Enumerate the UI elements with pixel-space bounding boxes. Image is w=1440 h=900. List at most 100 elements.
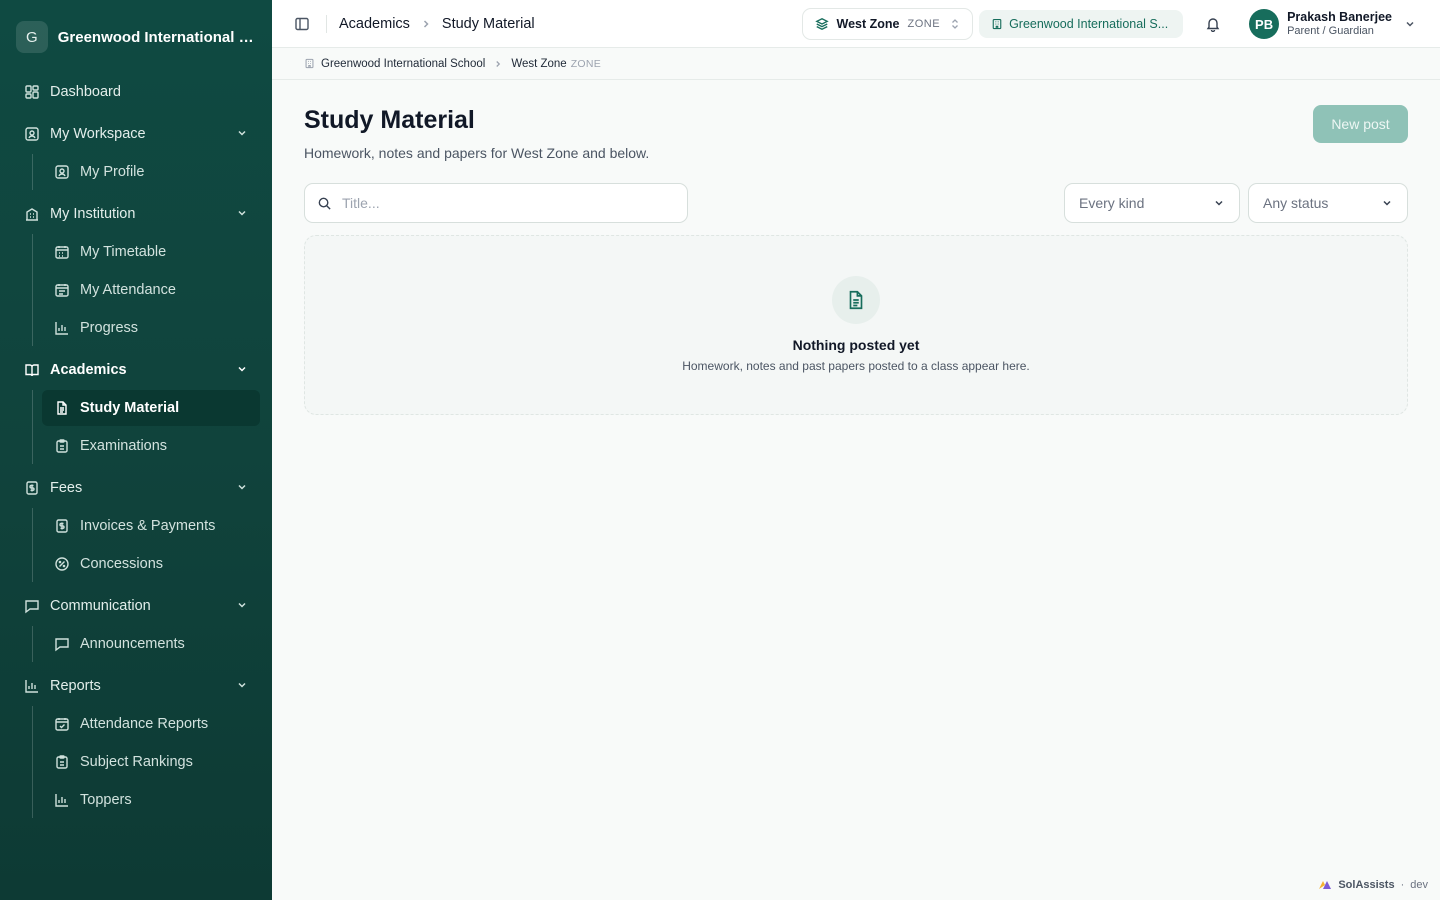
zone-tag: ZONE — [907, 18, 941, 30]
page-subtitle: Homework, notes and papers for West Zone… — [304, 145, 650, 161]
search-input[interactable] — [342, 195, 662, 211]
sidebar-subnav: My Profile — [32, 154, 260, 190]
kind-filter-select[interactable]: Every kind — [1064, 183, 1240, 223]
building-icon — [991, 18, 1003, 30]
sidebar-item-label: Invoices & Payments — [80, 518, 216, 534]
sidebar-item-label: Announcements — [80, 636, 185, 652]
chevron-down-icon — [236, 679, 248, 695]
search-icon — [317, 196, 332, 211]
panel-left-icon — [295, 17, 309, 30]
sidebar-group-my-workspace[interactable]: My Workspace — [12, 116, 260, 152]
notifications-button[interactable] — [1201, 12, 1225, 36]
filters-bar: Every kind Any status — [304, 183, 1408, 223]
chevron-down-icon — [236, 363, 248, 379]
layers-icon — [814, 17, 829, 31]
chevron-down-icon — [236, 207, 248, 223]
user-menu[interactable]: PB Prakash Banerjee Parent / Guardian — [1249, 9, 1416, 39]
scope-breadcrumb: Greenwood International School West Zone… — [272, 48, 1440, 80]
sidebar-item-subject-rankings[interactable]: Subject Rankings — [42, 744, 260, 780]
chevrons-up-down-icon — [950, 18, 960, 30]
new-post-button[interactable]: New post — [1313, 105, 1408, 143]
scope-zone: West Zone — [511, 57, 567, 70]
sidebar-group-academics[interactable]: Academics — [12, 352, 260, 388]
chevron-down-icon — [236, 599, 248, 615]
bell-icon — [1206, 18, 1220, 32]
clipboard-icon — [54, 754, 70, 770]
book-open-icon — [24, 362, 40, 378]
user-name: Prakash Banerjee — [1287, 9, 1392, 24]
sidebar-item-toppers[interactable]: Toppers — [42, 782, 260, 818]
chevron-down-icon — [236, 481, 248, 497]
bar-chart-icon — [54, 320, 70, 336]
footer-app-name: SolAssists — [1338, 879, 1395, 891]
sidebar-item-my-profile[interactable]: My Profile — [42, 154, 260, 190]
scope-school[interactable]: Greenwood International School — [321, 58, 485, 70]
school-chip[interactable]: Greenwood International S... — [979, 10, 1184, 38]
kind-filter-value: Every kind — [1079, 195, 1145, 211]
footer-env: dev — [1410, 879, 1428, 891]
topbar-actions: West Zone ZONE Greenwood International S… — [801, 8, 1416, 40]
sidebar-item-label: Concessions — [80, 556, 164, 572]
breadcrumb-item-academics[interactable]: Academics — [339, 16, 410, 32]
sidebar-group-fees[interactable]: Fees — [12, 470, 260, 506]
chevron-down-icon — [1404, 18, 1416, 30]
sidebar-item-announcements[interactable]: Announcements — [42, 626, 260, 662]
sidebar-group-label: My Institution — [50, 206, 136, 222]
brand-logo: G — [16, 21, 48, 53]
empty-state-description: Homework, notes and past papers posted t… — [682, 359, 1030, 373]
sidebar-item-examinations[interactable]: Examinations — [42, 428, 260, 464]
calendar-icon — [54, 282, 70, 298]
sidebar-item-label: Progress — [80, 320, 139, 336]
id-badge-icon — [24, 126, 40, 142]
calendar-check-icon — [54, 716, 70, 732]
sidebar-item-label: Attendance Reports — [80, 716, 209, 732]
sidebar-item-label: Toppers — [80, 792, 132, 808]
sidebar-group-label: Communication — [50, 598, 151, 614]
sidebar-item-my-attendance[interactable]: My Attendance — [42, 272, 260, 308]
solassists-logo-icon — [1318, 879, 1332, 891]
user-role: Parent / Guardian — [1287, 24, 1374, 37]
sidebar-group-communication[interactable]: Communication — [12, 588, 260, 624]
status-filter-select[interactable]: Any status — [1248, 183, 1408, 223]
sidebar-nav: Dashboard My Workspace My Profile My Ins… — [0, 74, 272, 818]
building-icon — [304, 58, 315, 69]
brand[interactable]: G Greenwood International Sc... — [0, 0, 272, 74]
sidebar-group-label: Fees — [50, 480, 83, 496]
status-filter-value: Any status — [1263, 195, 1329, 211]
sidebar-item-study-material[interactable]: Study Material — [42, 390, 260, 426]
sidebar-item-label: Dashboard — [50, 84, 121, 100]
message-icon — [24, 598, 40, 614]
file-text-icon — [54, 400, 70, 416]
clipboard-icon — [54, 438, 70, 454]
avatar: PB — [1249, 9, 1280, 39]
school-name: Greenwood International S... — [1009, 17, 1169, 31]
sidebar-item-my-timetable[interactable]: My Timetable — [42, 234, 260, 270]
search-box — [304, 183, 688, 223]
sidebar-item-label: Study Material — [80, 400, 180, 416]
scope-zone-tag: ZONE — [570, 57, 602, 70]
sidebar-subnav: Attendance Reports Subject Rankings Topp… — [32, 706, 260, 818]
chevron-down-icon — [1213, 197, 1225, 209]
divider — [326, 14, 327, 33]
empty-state-title: Nothing posted yet — [792, 337, 920, 353]
sidebar-subnav: Study Material Examinations — [32, 390, 260, 464]
zone-switcher[interactable]: West Zone ZONE — [801, 8, 974, 40]
sidebar-item-dashboard[interactable]: Dashboard — [12, 74, 260, 110]
empty-state: Nothing posted yet Homework, notes and p… — [304, 235, 1408, 415]
sidebar-item-concessions[interactable]: Concessions — [42, 546, 260, 582]
id-badge-icon — [54, 164, 70, 180]
sidebar-item-progress[interactable]: Progress — [42, 310, 260, 346]
sidebar-toggle-button[interactable] — [288, 10, 316, 38]
sidebar-item-label: My Attendance — [80, 282, 176, 298]
sidebar-subnav: Invoices & Payments Concessions — [32, 508, 260, 582]
chevron-down-icon — [1381, 197, 1393, 209]
sidebar-item-label: My Timetable — [80, 244, 167, 260]
sidebar-group-my-institution[interactable]: My Institution — [12, 196, 260, 232]
topbar: Academics Study Material West Zone ZONE … — [272, 0, 1440, 48]
sidebar-item-attendance-reports[interactable]: Attendance Reports — [42, 706, 260, 742]
sidebar: G Greenwood International Sc... Dashboar… — [0, 0, 272, 900]
sidebar-item-invoices-payments[interactable]: Invoices & Payments — [42, 508, 260, 544]
sidebar-group-reports[interactable]: Reports — [12, 668, 260, 704]
building-icon — [24, 206, 40, 222]
sidebar-subnav: My Timetable My Attendance Progress — [32, 234, 260, 346]
